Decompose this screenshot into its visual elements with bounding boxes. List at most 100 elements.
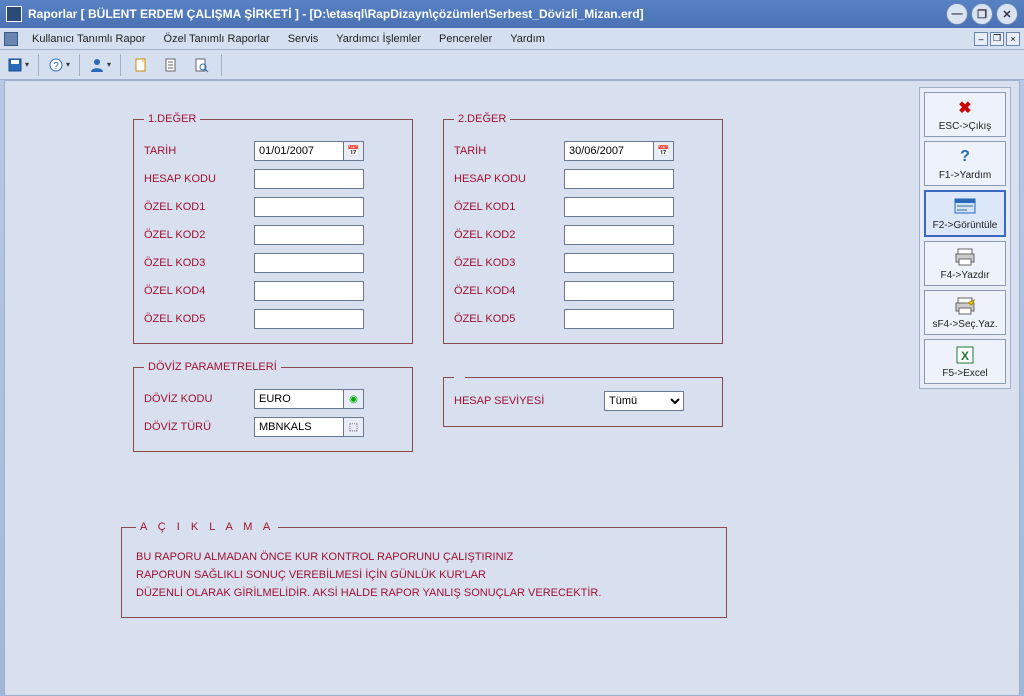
btn-f2-label: F2->Görüntüle xyxy=(928,220,1002,231)
menu-kullanici[interactable]: Kullanıcı Tanımlı Rapor xyxy=(24,31,154,47)
g2-ok5-label: ÖZEL KOD5 xyxy=(454,313,564,325)
g2-tarih-input[interactable] xyxy=(565,142,653,160)
g2-ok5-input[interactable] xyxy=(565,310,673,328)
g2-ok4-label: ÖZEL KOD4 xyxy=(454,285,564,297)
doviz-tur-label: DÖVİZ TÜRÜ xyxy=(144,421,254,433)
btn-f5-excel[interactable]: X F5->Excel xyxy=(924,339,1006,384)
doviz-legend: DÖVİZ PARAMETRELERİ xyxy=(144,361,281,373)
doviz-tur-input[interactable] xyxy=(255,418,343,436)
action-sidebar: ✖ ESC->Çıkış ? F1->Yardım F2->Görüntüle … xyxy=(919,87,1011,389)
g1-ok1-label: ÖZEL KOD1 xyxy=(144,201,254,213)
group2-legend: 2.DEĞER xyxy=(454,113,510,125)
btn-esc-label: ESC->Çıkış xyxy=(927,121,1003,132)
btn-sf4-secyaz[interactable]: sF4->Seç.Yaz. xyxy=(924,290,1006,335)
g1-tarih-picker[interactable]: 📅 xyxy=(344,141,364,161)
doviz-kod-label: DÖVİZ KODU xyxy=(144,393,254,405)
client-area: 1.DEĞER TARİH 📅 HESAP KODU ÖZEL KOD1 ÖZE… xyxy=(4,80,1020,696)
lookup-icon: ⬚ xyxy=(349,422,358,433)
mdi-minimize[interactable]: – xyxy=(974,32,988,46)
calendar-icon: 📅 xyxy=(347,146,359,157)
toolbar-btn-doc[interactable] xyxy=(159,53,183,77)
mdi-restore[interactable]: ❐ xyxy=(990,32,1004,46)
doviz-kod-lookup[interactable]: ◉ xyxy=(344,389,364,409)
g1-ok4-label: ÖZEL KOD4 xyxy=(144,285,254,297)
g2-ok3-label: ÖZEL KOD3 xyxy=(454,257,564,269)
toolbar-btn-2[interactable]: ? ▾ xyxy=(47,53,71,77)
mdi-icon xyxy=(4,32,18,46)
maximize-button[interactable]: ❐ xyxy=(971,3,993,25)
close-icon: ✖ xyxy=(951,98,979,118)
btn-f1-yardim[interactable]: ? F1->Yardım xyxy=(924,141,1006,186)
aciklama-line1: BU RAPORU ALMADAN ÖNCE KUR KONTROL RAPOR… xyxy=(136,551,712,563)
group-hesap-seviye: . HESAP SEVİYESİ Tümü xyxy=(443,371,723,427)
outer-window: Raporlar [ BÜLENT ERDEM ÇALIŞMA ŞİRKETİ … xyxy=(0,0,1024,696)
aciklama-line3: DÜZENLİ OLARAK GİRİLMELİDİR. AKSİ HALDE … xyxy=(136,587,712,599)
g1-ok2-input[interactable] xyxy=(255,226,363,244)
titlebar: Raporlar [ BÜLENT ERDEM ÇALIŞMA ŞİRKETİ … xyxy=(0,0,1024,28)
new-doc-icon xyxy=(133,57,149,73)
g2-tarih-label: TARİH xyxy=(454,145,564,157)
btn-f4-yazdir[interactable]: F4->Yazdır xyxy=(924,241,1006,286)
btn-f1-label: F1->Yardım xyxy=(927,170,1003,181)
help-icon: ? xyxy=(951,147,979,167)
group-aciklama: A Ç I K L A M A BU RAPORU ALMADAN ÖNCE K… xyxy=(121,521,727,618)
aciklama-line2: RAPORUN SAĞLIKLI SONUÇ VEREBİLMESİ İÇİN … xyxy=(136,569,712,581)
g2-ok4-input[interactable] xyxy=(565,282,673,300)
printer-icon xyxy=(951,247,979,267)
btn-esc-cikis[interactable]: ✖ ESC->Çıkış xyxy=(924,92,1006,137)
svg-text:?: ? xyxy=(53,60,59,71)
g1-ok1-input[interactable] xyxy=(255,198,363,216)
mdi-close[interactable]: × xyxy=(1006,32,1020,46)
g1-ok3-input[interactable] xyxy=(255,254,363,272)
g2-ok2-input[interactable] xyxy=(565,226,673,244)
toolbar-btn-preview[interactable] xyxy=(189,53,213,77)
group1-legend: 1.DEĞER xyxy=(144,113,200,125)
g1-ok5-input[interactable] xyxy=(255,310,363,328)
hesap-seviye-label: HESAP SEVİYESİ xyxy=(454,395,604,407)
g1-tarih-input[interactable] xyxy=(255,142,343,160)
menu-ozel[interactable]: Özel Tanımlı Raporlar xyxy=(156,31,278,47)
excel-icon: X xyxy=(951,345,979,365)
g2-hesap-label: HESAP KODU xyxy=(454,173,564,185)
toolbar-btn-new[interactable] xyxy=(129,53,153,77)
help-icon: ? xyxy=(48,57,64,73)
toolbar-sep xyxy=(38,54,39,76)
g2-tarih-picker[interactable]: 📅 xyxy=(654,141,674,161)
g2-ok1-input[interactable] xyxy=(565,198,673,216)
svg-text:X: X xyxy=(961,349,969,363)
doviz-tur-lookup[interactable]: ⬚ xyxy=(344,417,364,437)
g2-ok3-input[interactable] xyxy=(565,254,673,272)
g1-ok4-input[interactable] xyxy=(255,282,363,300)
hesap-seviye-select[interactable]: Tümü xyxy=(604,391,684,411)
minimize-button[interactable]: — xyxy=(946,3,968,25)
close-button[interactable]: ✕ xyxy=(996,3,1018,25)
app-icon xyxy=(6,6,22,22)
aciklama-legend: A Ç I K L A M A xyxy=(136,521,278,533)
view-icon xyxy=(951,197,979,217)
g1-hesap-label: HESAP KODU xyxy=(144,173,254,185)
g2-hesap-input[interactable] xyxy=(565,170,673,188)
menu-yardimci[interactable]: Yardımcı İşlemler xyxy=(328,31,429,47)
calendar-icon: 📅 xyxy=(657,146,669,157)
doc-icon xyxy=(163,57,179,73)
btn-f2-goruntule[interactable]: F2->Görüntüle xyxy=(924,190,1006,237)
menu-pencereler[interactable]: Pencereler xyxy=(431,31,500,47)
user-icon xyxy=(89,57,105,73)
menubar: Kullanıcı Tanımlı Rapor Özel Tanımlı Rap… xyxy=(0,28,1024,50)
doviz-kod-input[interactable] xyxy=(255,390,343,408)
btn-f5-label: F5->Excel xyxy=(927,368,1003,379)
lookup-icon: ◉ xyxy=(349,394,358,405)
toolbar: ▾ ? ▾ ▾ xyxy=(0,50,1024,80)
btn-sf4-label: sF4->Seç.Yaz. xyxy=(927,319,1003,330)
toolbar-sep xyxy=(79,54,80,76)
toolbar-btn-3[interactable]: ▾ xyxy=(88,53,112,77)
printer-select-icon xyxy=(951,296,979,316)
menu-yardim[interactable]: Yardım xyxy=(502,31,553,47)
menu-servis[interactable]: Servis xyxy=(280,31,327,47)
g2-ok1-label: ÖZEL KOD1 xyxy=(454,201,564,213)
g1-hesap-input[interactable] xyxy=(255,170,363,188)
toolbar-btn-1[interactable]: ▾ xyxy=(6,53,30,77)
floppy-icon xyxy=(7,57,23,73)
toolbar-sep xyxy=(221,54,222,76)
window-title: Raporlar [ BÜLENT ERDEM ÇALIŞMA ŞİRKETİ … xyxy=(28,7,946,21)
